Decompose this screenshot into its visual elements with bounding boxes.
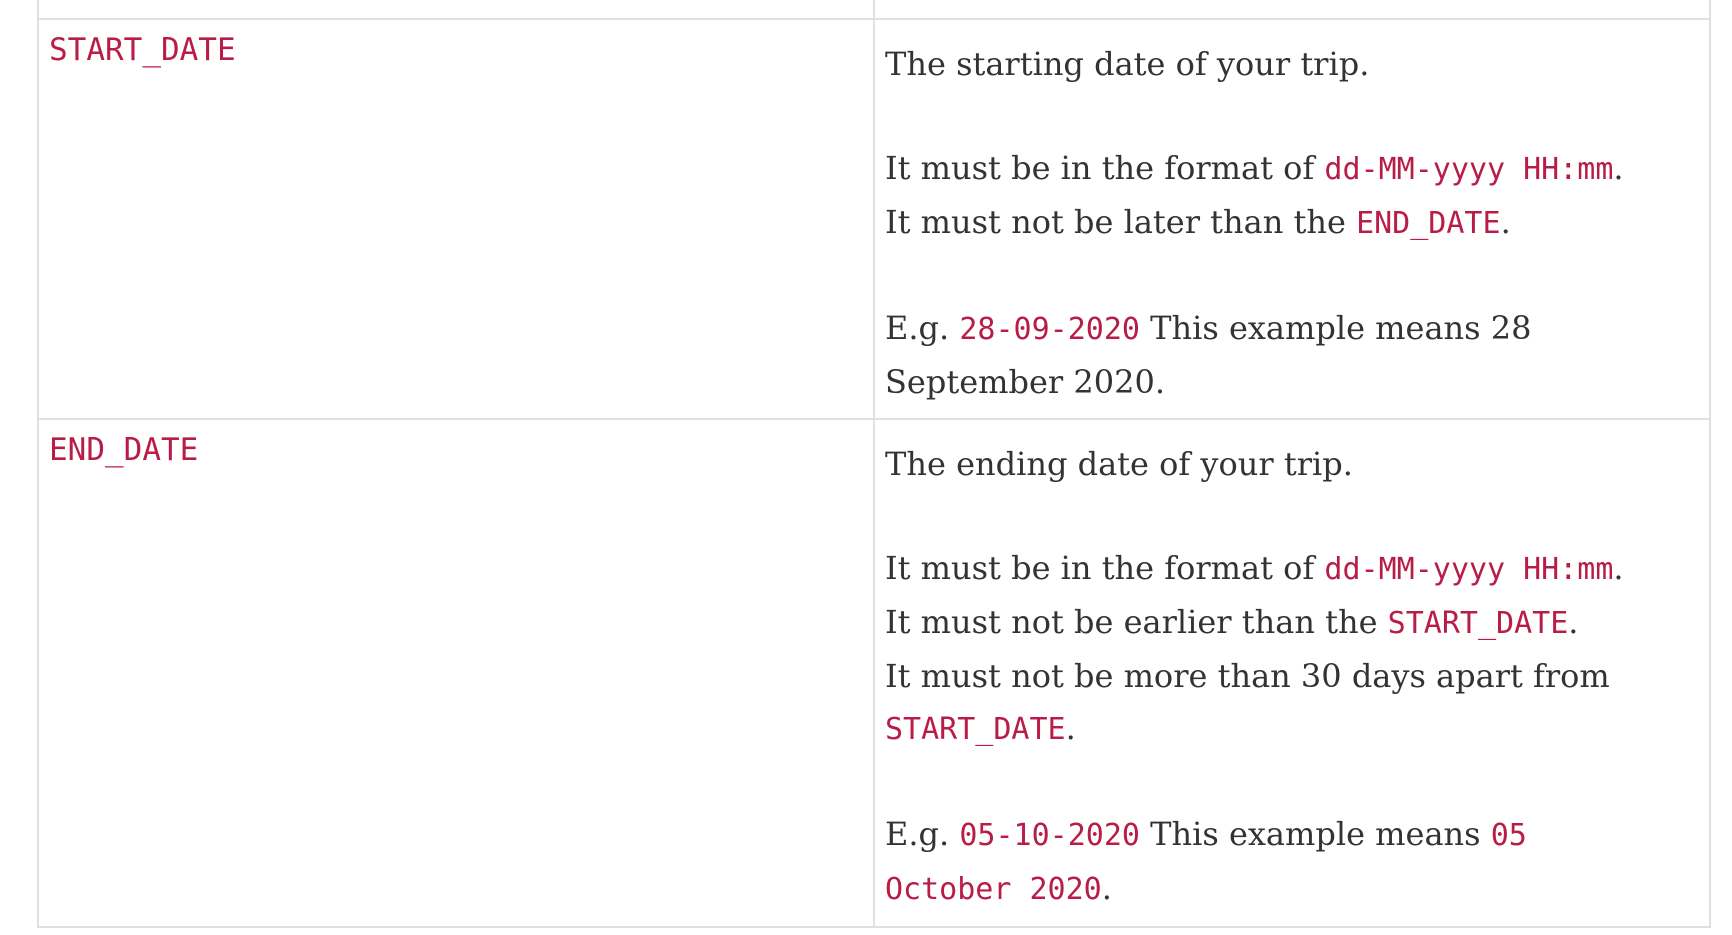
desc-intro: The starting date of your trip. <box>885 45 1370 83</box>
table-row-cut <box>37 0 1711 20</box>
param-name-cell <box>37 0 875 20</box>
param-description: The starting date of your trip. It must … <box>875 20 1709 418</box>
example-code: 05-10-2020 <box>959 818 1140 853</box>
example-code: 28-09-2020 <box>959 312 1140 347</box>
table-row: START_DATE The starting date of your tri… <box>37 18 1711 420</box>
desc-intro: The ending date of your trip. <box>885 445 1353 483</box>
desc-rules: It must be in the format of dd-MM-yyyy H… <box>885 549 1624 747</box>
rule-code: START_DATE <box>1387 606 1569 641</box>
desc-rules: It must be in the format of dd-MM-yyyy H… <box>885 149 1624 241</box>
param-desc-cell <box>873 0 1711 20</box>
desc-example: E.g. 28-09-2020 This example means 28 Se… <box>885 309 1532 401</box>
parameters-table: START_DATE The starting date of your tri… <box>37 0 1711 928</box>
param-description: The ending date of your trip. It must be… <box>875 420 1709 926</box>
desc-example: E.g. 05-10-2020 This example means 05 Oc… <box>885 815 1527 907</box>
param-name: START_DATE <box>49 32 236 68</box>
param-name-cell: END_DATE <box>37 418 875 928</box>
param-name: END_DATE <box>49 432 199 468</box>
table-row: END_DATE The ending date of your trip. I… <box>37 418 1711 928</box>
param-desc-cell: The ending date of your trip. It must be… <box>873 418 1711 928</box>
param-name-cell: START_DATE <box>37 18 875 420</box>
rule-code: START_DATE <box>885 712 1066 747</box>
rule-code: END_DATE <box>1356 206 1501 241</box>
format-code: dd-MM-yyyy HH:mm <box>1324 552 1614 587</box>
param-desc-cell: The starting date of your trip. It must … <box>873 18 1711 420</box>
format-code: dd-MM-yyyy HH:mm <box>1324 152 1614 187</box>
